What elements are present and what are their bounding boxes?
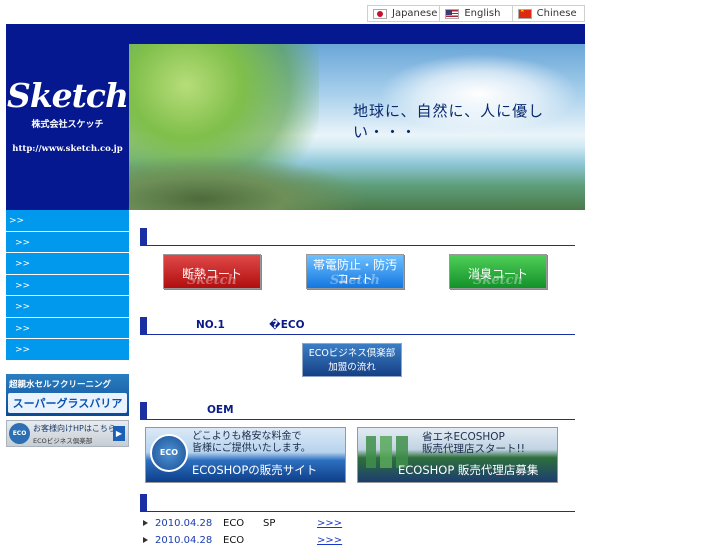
nav-item-1[interactable]: >>: [6, 210, 129, 232]
deodorant-coat-button[interactable]: Sketch 消臭コート: [449, 254, 547, 289]
us-flag-icon: [445, 8, 460, 19]
arrow-right-icon: ▶: [113, 426, 125, 441]
ecoshop-sales-tagline: どこよりも格安な料金で 皆様にご提供いたします。: [192, 431, 311, 454]
customer-hp-banner[interactable]: ECO お客様向けHPはこちら ECOビジネス倶楽部 ▶: [6, 420, 129, 447]
site-url: http://www.sketch.co.jp: [12, 144, 123, 154]
lang-japanese-label: Japanese: [392, 8, 438, 19]
eco-club-line1: ECOビジネス倶楽部: [308, 348, 396, 359]
ecoshop-sales-title: ECOSHOPの販売サイト: [192, 463, 318, 477]
sidebar-nav: >> >> >> >> >> >> >>: [6, 210, 129, 361]
news-section-header: [140, 494, 575, 512]
news-category: ECO: [223, 517, 245, 529]
hero-tagline: 地球に、自然に、人に優しい・・・: [353, 102, 545, 141]
lang-chinese-label: Chinese: [536, 8, 577, 19]
eco-badge-icon: ECO: [150, 434, 188, 472]
sketch-logo: Sketch: [6, 76, 129, 115]
bullet-triangle-icon: [143, 537, 148, 543]
news-date: 2010.04.28: [155, 517, 213, 529]
heat-insulation-coat-button[interactable]: Sketch 断熱コート: [163, 254, 261, 289]
eco-section-header: NO.1 �ECO: [140, 317, 575, 335]
superglass-title: スーパーグラスバリア: [8, 393, 127, 413]
nav-item-6[interactable]: >>: [6, 317, 129, 339]
ecoshop-agency-title: ECOSHOP 販売代理店募集: [398, 463, 539, 477]
ecoshop-agency-tagline: 省エネECOSHOP 販売代理店スタート!!: [422, 431, 525, 455]
logo-area[interactable]: Sketch 株式会社スケッチ http://www.sketch.co.jp: [6, 24, 129, 210]
section-marker: [140, 494, 147, 512]
hero-image: 地球に、自然に、人に優しい・・・: [129, 44, 585, 210]
section-marker: [140, 402, 147, 420]
lang-english[interactable]: English: [440, 6, 513, 21]
nav-item-3[interactable]: >>: [6, 253, 129, 275]
rocks-decoration: [129, 155, 369, 210]
nav-item-7[interactable]: >>: [6, 339, 129, 361]
news-date: 2010.04.28: [155, 534, 213, 545]
eco-badge-icon: ECO: [9, 423, 30, 444]
lang-english-label: English: [464, 8, 501, 19]
news-more-link[interactable]: >>>: [317, 535, 342, 545]
lang-japanese[interactable]: Japanese: [368, 6, 441, 21]
ecoshop-agency-banner[interactable]: 省エネECOSHOP 販売代理店スタート!! ECOSHOP 販売代理店募集: [357, 427, 558, 483]
heat-insulation-coat-label: 断熱コート: [181, 267, 242, 281]
superglass-subtitle: 超親水セルフクリーニング: [9, 380, 112, 390]
deodorant-coat-label: 消臭コート: [467, 267, 528, 281]
superglass-banner[interactable]: 超親水セルフクリーニング スーパーグラスバリア: [6, 374, 129, 416]
eco-section-title-right: �ECO: [269, 319, 305, 331]
section-marker: [140, 317, 147, 335]
antistatic-coat-button[interactable]: Sketch 帯電防止・防汚 コート: [306, 254, 404, 289]
company-name: 株式会社スケッチ: [31, 120, 104, 130]
oem-section-header: OEM: [140, 402, 575, 420]
news-more-link[interactable]: >>>: [317, 518, 342, 529]
lang-chinese[interactable]: Chinese: [513, 6, 584, 21]
customer-hp-label: お客様向けHPはこちら: [33, 424, 116, 433]
antistatic-coat-label: 帯電防止・防汚 コート: [312, 258, 397, 286]
site-header: Sketch 株式会社スケッチ http://www.sketch.co.jp …: [6, 24, 585, 210]
nav-item-2[interactable]: >>: [6, 231, 129, 253]
eco-club-join-button[interactable]: ECOビジネス倶楽部 加盟の流れ: [302, 343, 402, 377]
news-text: SP: [263, 517, 276, 529]
news-category: ECO: [223, 534, 245, 545]
nav-item-5[interactable]: >>: [6, 296, 129, 318]
oem-section-title: OEM: [207, 404, 234, 416]
language-bar: Japanese English Chinese: [367, 5, 585, 22]
news-item: 2010.04.28 ECO SP >>>: [143, 516, 583, 530]
section-marker: [140, 228, 147, 246]
eco-club-label: ECOビジネス倶楽部: [33, 437, 93, 445]
eco-club-line2: 加盟の流れ: [328, 362, 376, 373]
bullet-triangle-icon: [143, 520, 148, 526]
news-item: 2010.04.28 ECO >>>: [143, 533, 583, 545]
cn-flag-icon: [517, 8, 532, 19]
jp-flag-icon: [373, 8, 387, 19]
nav-item-4[interactable]: >>: [6, 274, 129, 296]
eco-section-title-left: NO.1: [196, 319, 225, 331]
products-section-header: [140, 228, 575, 246]
ecoshop-sales-banner[interactable]: ECO どこよりも格安な料金で 皆様にご提供いたします。 ECOSHOPの販売サ…: [145, 427, 346, 483]
